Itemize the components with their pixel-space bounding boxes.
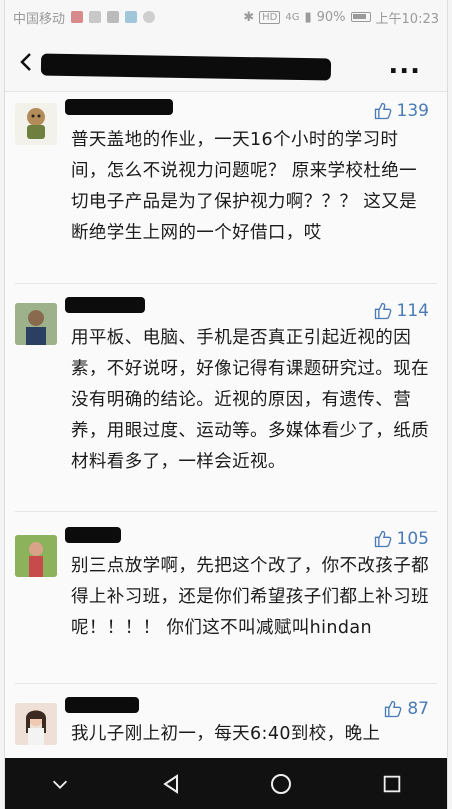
system-nav-bar (5, 758, 447, 809)
notification-icon (125, 11, 138, 23)
avatar[interactable] (15, 703, 57, 745)
home-button[interactable] (261, 764, 301, 804)
comment-text: 普天盖地的作业，一天16个小时的学习时间，怎么不说视力问题呢？ 原来学校杜绝一切… (71, 130, 418, 243)
divider (15, 511, 437, 512)
comment-text: 用平板、电脑、手机是否真正引起近视的因素，不好说呀，好像记得有课题研究过。现在没… (71, 328, 429, 472)
more-menu-icon[interactable]: ... (388, 50, 421, 80)
like-button[interactable]: 139 (373, 101, 429, 121)
battery-percent: 90% (316, 9, 346, 25)
carrier-label: 中国移动 (13, 11, 66, 27)
recents-square-icon (383, 775, 400, 792)
notification-icon (143, 11, 156, 23)
thumbs-up-icon (385, 700, 402, 718)
thumbs-up-icon (374, 530, 391, 548)
home-circle-icon (271, 773, 292, 794)
status-bar: 中国移动 ✱ HD 4G ▮ 90% 上午10:23 (5, 0, 447, 34)
divider (15, 683, 437, 684)
divider (15, 283, 437, 284)
clock: 上午10:23 (375, 11, 439, 27)
redacted-title (40, 53, 332, 81)
thumbs-up-icon (374, 102, 391, 120)
like-count: 105 (396, 529, 429, 549)
redacted-username (65, 99, 173, 115)
redacted-username (65, 697, 139, 713)
bluetooth-icon: ✱ (243, 9, 255, 25)
avatar[interactable] (15, 535, 57, 577)
like-count: 87 (407, 699, 429, 719)
comment-text: 我儿子刚上初一，每天6:40到校，晚上 (71, 724, 381, 744)
recents-button[interactable] (372, 764, 412, 804)
like-button[interactable]: 114 (373, 301, 429, 321)
like-count: 114 (396, 301, 429, 321)
back-arrow-icon[interactable] (15, 50, 39, 74)
like-button[interactable]: 87 (383, 699, 429, 719)
signal-icon: ▮ (304, 9, 312, 25)
avatar[interactable] (15, 103, 57, 145)
comment-text: 别三点放学啊，先把这个改了，你不改孩子都得上补习班，还是你们希望孩子们都上补习班… (71, 556, 429, 638)
like-count: 139 (396, 101, 429, 121)
notification-icon (71, 11, 84, 23)
notification-icon (89, 11, 102, 23)
network-type: 4G (285, 11, 300, 23)
hide-nav-button[interactable] (40, 764, 80, 804)
like-button[interactable]: 105 (373, 529, 429, 549)
redacted-username (65, 527, 121, 543)
back-triangle-icon (162, 773, 178, 794)
avatar[interactable] (15, 303, 57, 345)
app-frame: 中国移动 ✱ HD 4G ▮ 90% 上午10:23 ... 139 普天盖地的… (4, 0, 448, 809)
hd-icon: HD (259, 10, 281, 24)
back-button[interactable] (151, 764, 191, 804)
notification-icon (107, 11, 120, 23)
battery-icon (350, 12, 371, 22)
thumbs-up-icon (374, 302, 391, 320)
title-bar: ... (5, 34, 447, 92)
redacted-username (65, 297, 145, 313)
chevron-down-icon (53, 780, 68, 789)
comment-feed[interactable]: 139 普天盖地的作业，一天16个小时的学习时间，怎么不说视力问题呢？ 原来学校… (5, 93, 447, 758)
